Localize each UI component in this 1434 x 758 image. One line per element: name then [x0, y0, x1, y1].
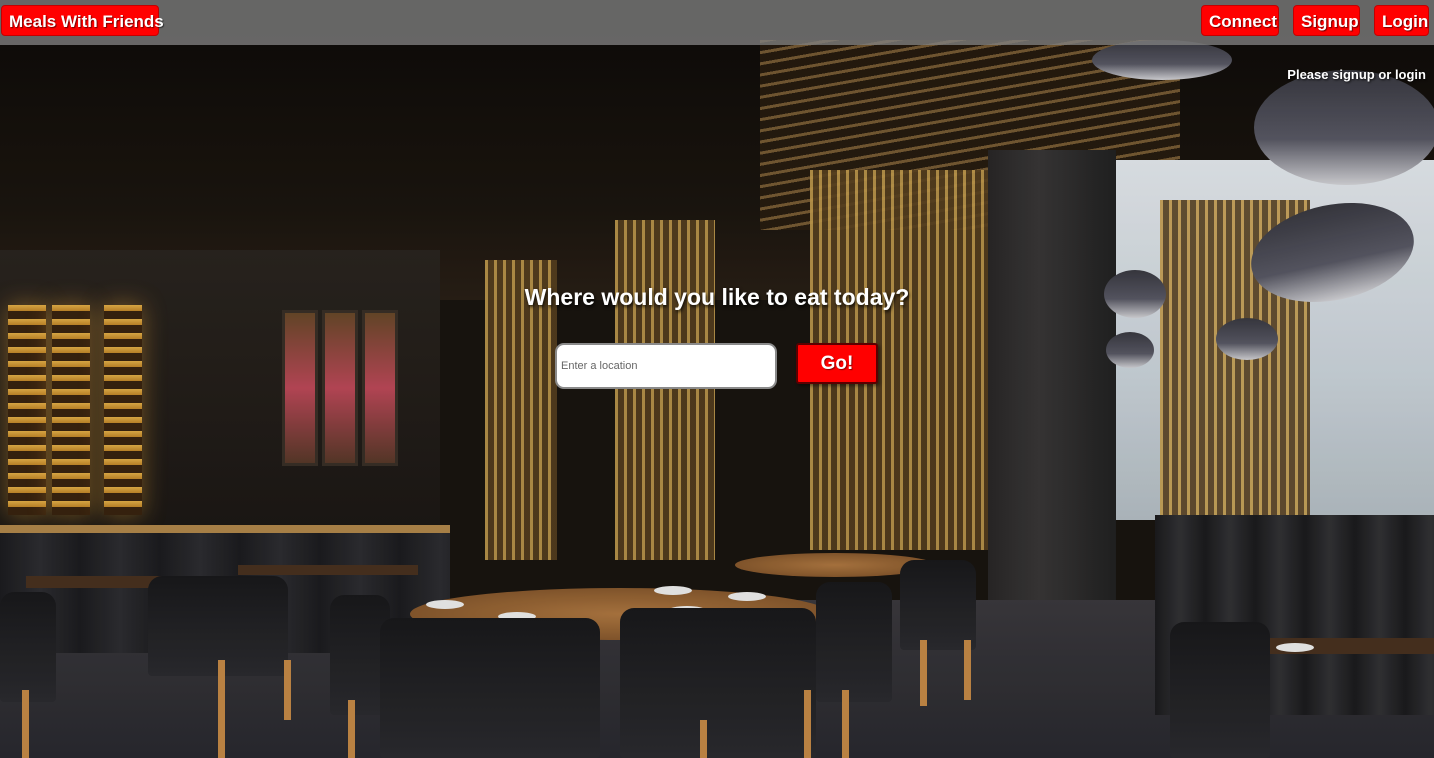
- brand-home-button[interactable]: Meals With Friends: [1, 5, 164, 36]
- go-button[interactable]: Go!: [796, 343, 878, 384]
- top-navbar: Meals With Friends Connect Signup Login: [0, 0, 1434, 45]
- signup-button[interactable]: Signup: [1293, 5, 1360, 36]
- hero-heading: Where would you like to eat today?: [524, 284, 910, 310]
- connect-button[interactable]: Connect: [1201, 5, 1279, 36]
- location-search-input[interactable]: [555, 343, 777, 389]
- home-page: Meals With Friends Connect Signup Login …: [0, 0, 1434, 758]
- login-button[interactable]: Login: [1374, 5, 1429, 36]
- auth-status-message: Please signup or login: [1287, 67, 1426, 82]
